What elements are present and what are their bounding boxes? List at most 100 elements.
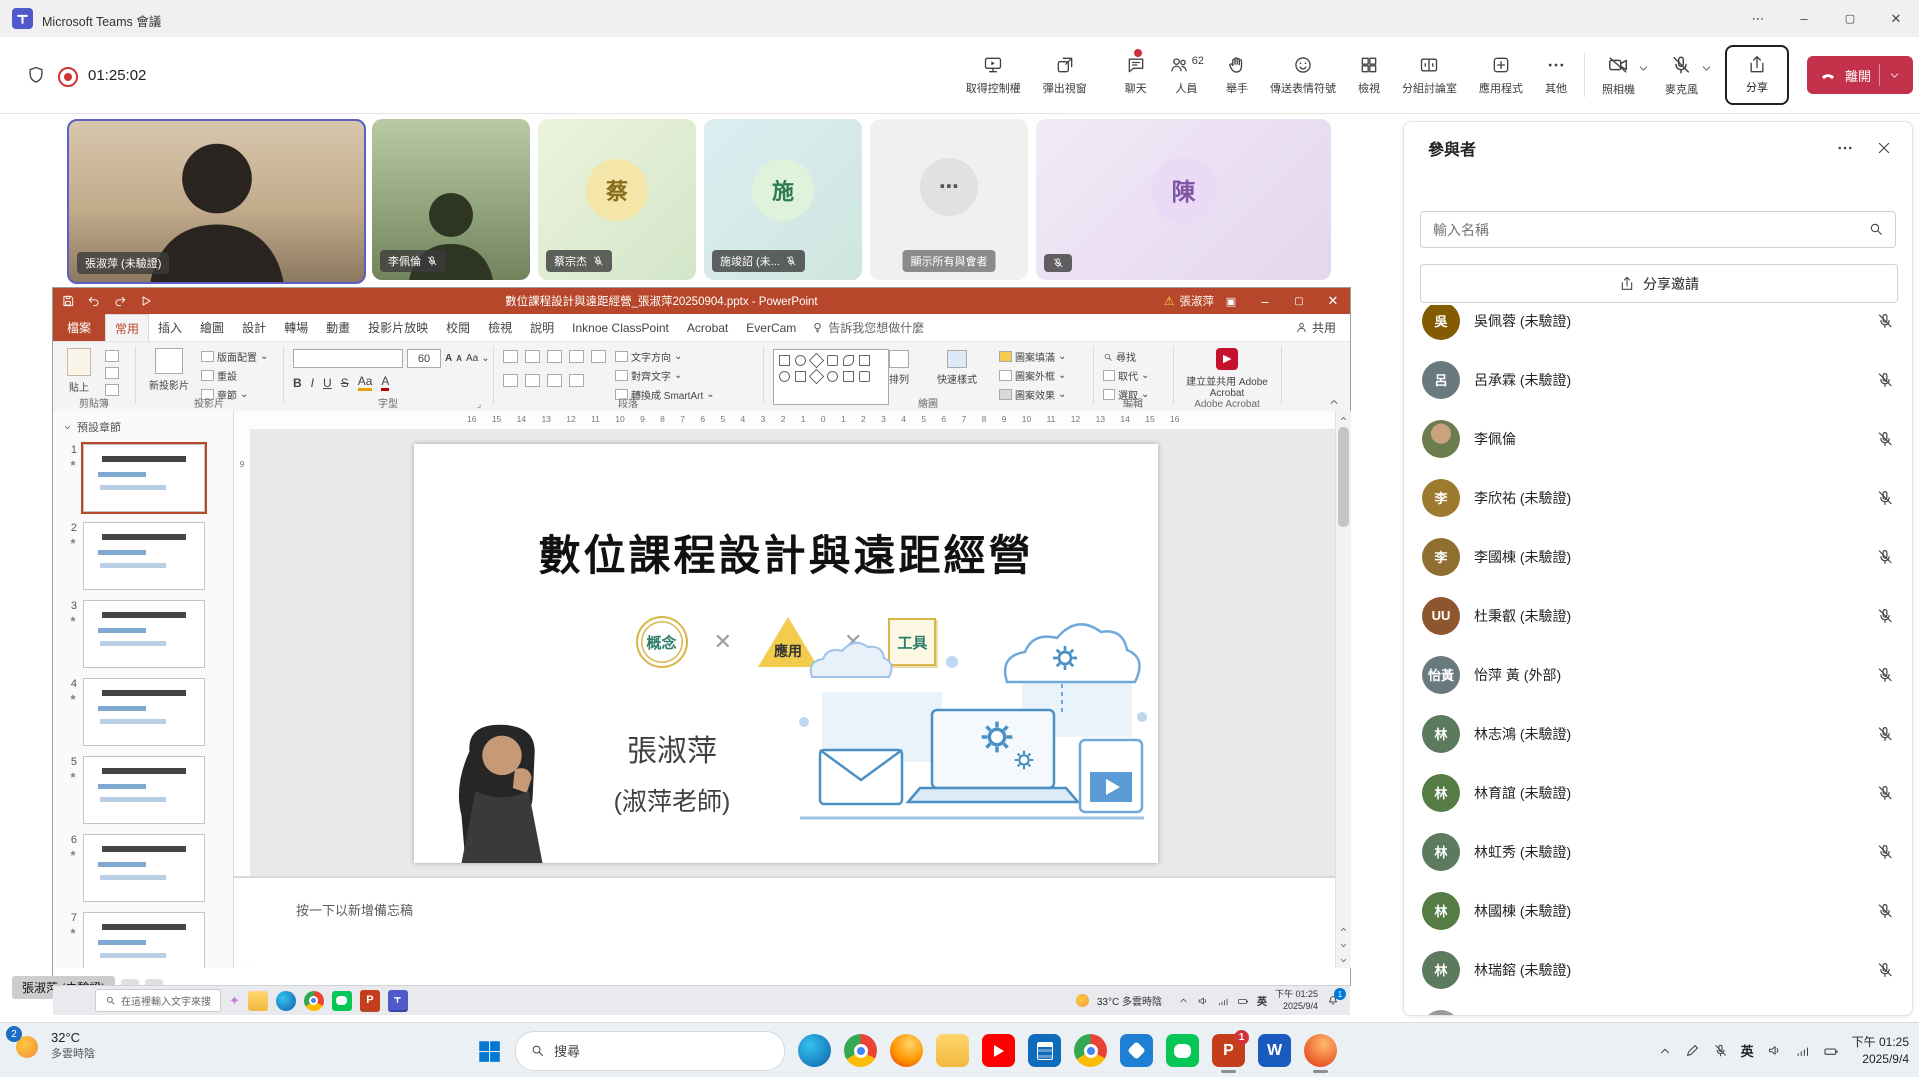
volume-icon[interactable] — [1767, 1043, 1782, 1058]
bullet-number-indent-icons[interactable] — [503, 350, 606, 363]
inner-battery-icon[interactable] — [1237, 995, 1249, 1007]
firefox-icon[interactable] — [890, 1034, 923, 1067]
popout-button[interactable]: 彈出視窗 — [1032, 37, 1098, 113]
tab-design[interactable]: 設計 — [233, 319, 275, 336]
redo-icon[interactable] — [113, 294, 127, 308]
participant-row[interactable]: 怡黃 怡萍 黃 (外部) — [1404, 645, 1912, 704]
reactions-button[interactable]: 傳送表情符號 — [1259, 37, 1347, 113]
slide-thumbnail-item[interactable]: 3 — [53, 595, 233, 673]
strike-button[interactable]: S — [341, 376, 349, 390]
highlight-button[interactable]: Aa — [358, 374, 373, 391]
align-text-button[interactable]: 對齊文字⌄ — [615, 368, 715, 383]
ppt-close-icon[interactable]: ✕ — [1316, 288, 1350, 314]
mic-chevron-icon[interactable] — [1700, 62, 1713, 75]
shape-outline-button[interactable]: 圖案外框⌄ — [999, 368, 1066, 383]
ppt-minimize-icon[interactable]: – — [1248, 288, 1282, 314]
font-size-box[interactable]: 60 — [407, 349, 441, 368]
ribbon-display-options-icon[interactable]: ▣ — [1214, 288, 1248, 314]
participant-row[interactable]: 林 林育誼 (未驗證) — [1404, 763, 1912, 822]
tab-view[interactable]: 檢視 — [479, 319, 521, 336]
network-icon[interactable] — [1795, 1043, 1810, 1058]
camera-chevron-icon[interactable] — [1637, 62, 1650, 75]
alignment-icons[interactable] — [503, 374, 584, 387]
inner-input-language[interactable]: 英 — [1257, 993, 1267, 1008]
inner-tray-chevron-icon[interactable] — [1178, 995, 1189, 1006]
youtube-icon[interactable] — [982, 1034, 1015, 1067]
scrollbar-thumb[interactable] — [1338, 427, 1349, 527]
participant-row[interactable]: 林 林瑞鎔 (未驗證) — [1404, 940, 1912, 999]
quick-styles-button[interactable]: 快速樣式 — [937, 350, 977, 386]
previous-slide-icon[interactable] — [1339, 925, 1348, 934]
slide-scrollbar[interactable] — [1335, 411, 1351, 968]
underline-button[interactable]: U — [323, 376, 332, 390]
chat-button[interactable]: 聊天 — [1114, 37, 1158, 113]
start-button[interactable] — [476, 1038, 502, 1064]
powerpoint-icon[interactable]: P — [360, 990, 380, 1012]
change-case-button[interactable]: Aa⌄ — [466, 353, 490, 364]
tab-help[interactable]: 說明 — [521, 319, 563, 336]
overflow-tile[interactable]: ⋯ 顯示所有與會者 — [870, 119, 1028, 280]
inner-network-icon[interactable] — [1217, 995, 1229, 1007]
inner-notification-icon[interactable]: 1 — [1326, 992, 1340, 1009]
inner-clock[interactable]: 下午 01:25 2025/9/4 — [1275, 989, 1318, 1012]
share-button[interactable]: 分享 — [1725, 45, 1789, 105]
avatar-tile[interactable]: 施 施竣詔 (未... — [704, 119, 862, 280]
slideshow-icon[interactable] — [139, 294, 153, 308]
arrange-button[interactable]: 排列 — [889, 350, 909, 386]
font-dialog-launcher-icon[interactable]: ⌟ — [477, 399, 481, 410]
tab-transitions[interactable]: 轉場 — [275, 319, 317, 336]
collapse-ribbon-icon[interactable] — [1328, 396, 1340, 408]
italic-button[interactable]: I — [311, 376, 314, 390]
participant-row[interactable] — [1404, 999, 1912, 1015]
participant-row[interactable]: 吳 吳佩蓉 (未驗證) — [1404, 305, 1912, 350]
edge-icon[interactable] — [276, 991, 296, 1011]
view-button[interactable]: 檢視 — [1347, 37, 1391, 113]
slide-thumbnail-item[interactable]: 4 — [53, 673, 233, 751]
mic-button[interactable]: 麥克風 — [1654, 37, 1700, 113]
tab-home[interactable]: 常用 — [105, 314, 149, 341]
next-slide-icon[interactable] — [1339, 941, 1348, 950]
share-invite-button[interactable]: 分享邀請 — [1420, 264, 1898, 303]
leave-button[interactable]: 離開 — [1807, 56, 1913, 94]
file-explorer-icon[interactable] — [248, 991, 268, 1011]
tell-me-box[interactable]: 告訴我您想做什麼 — [824, 319, 933, 336]
taskbar-search[interactable]: 搜尋 — [515, 1031, 785, 1071]
inner-volume-icon[interactable] — [1197, 995, 1209, 1007]
chrome-icon[interactable] — [844, 1034, 877, 1067]
avatar-tile[interactable]: 陳 — [1036, 119, 1331, 280]
participant-row[interactable]: 李 李國棟 (未驗證) — [1404, 527, 1912, 586]
chrome-icon-2[interactable] — [1074, 1034, 1107, 1067]
window-close-icon[interactable]: ✕ — [1873, 0, 1919, 37]
bold-button[interactable]: B — [293, 376, 302, 390]
reset-button[interactable]: 重設 — [201, 368, 268, 383]
shrink-font-button[interactable]: A — [456, 354, 462, 363]
slide-thumbnail-item[interactable]: 6 — [53, 829, 233, 907]
font-name-box[interactable] — [293, 349, 403, 368]
participant-row[interactable]: UU 杜秉叡 (未驗證) — [1404, 586, 1912, 645]
tab-evercam[interactable]: EverCam — [737, 321, 805, 335]
slide-thumbnail-item[interactable]: 1 — [53, 439, 233, 517]
slide-thumbnail-item[interactable]: 5 — [53, 751, 233, 829]
layout-button[interactable]: 版面配置⌄ — [201, 349, 268, 364]
avatar-tile[interactable]: 蔡 蔡宗杰 — [538, 119, 696, 280]
inner-search-box[interactable]: 在這裡輸入文字來搜 — [95, 989, 221, 1012]
mic-status-icon[interactable] — [1713, 1043, 1728, 1058]
panel-close-icon[interactable] — [1876, 140, 1892, 156]
leave-chevron-icon[interactable] — [1888, 69, 1901, 82]
input-language[interactable]: 英 — [1741, 1041, 1754, 1060]
video-tile-active-speaker[interactable]: 張淑萍 (未驗證) — [67, 119, 366, 284]
find-button[interactable]: 尋找 — [1103, 349, 1149, 364]
new-slide-button[interactable]: 新投影片 — [145, 348, 193, 392]
window-minimize-icon[interactable]: – — [1781, 0, 1827, 37]
panel-more-icon[interactable] — [1836, 139, 1854, 157]
tab-insert[interactable]: 插入 — [149, 319, 191, 336]
replace-button[interactable]: 取代⌄ — [1103, 368, 1149, 383]
participant-row[interactable]: 林 林國棟 (未驗證) — [1404, 881, 1912, 940]
participant-row[interactable]: 林 林虹秀 (未驗證) — [1404, 822, 1912, 881]
participant-row[interactable]: 李 李欣祐 (未驗證) — [1404, 468, 1912, 527]
scroll-down-icon[interactable] — [1339, 956, 1348, 965]
browser-icon[interactable] — [1304, 1034, 1337, 1067]
ppt-share-button[interactable]: 共用 — [1308, 319, 1350, 336]
inner-weather-text[interactable]: 33°C 多雲時陰 — [1097, 993, 1162, 1008]
participant-row[interactable]: 呂 呂承霖 (未驗證) — [1404, 350, 1912, 409]
